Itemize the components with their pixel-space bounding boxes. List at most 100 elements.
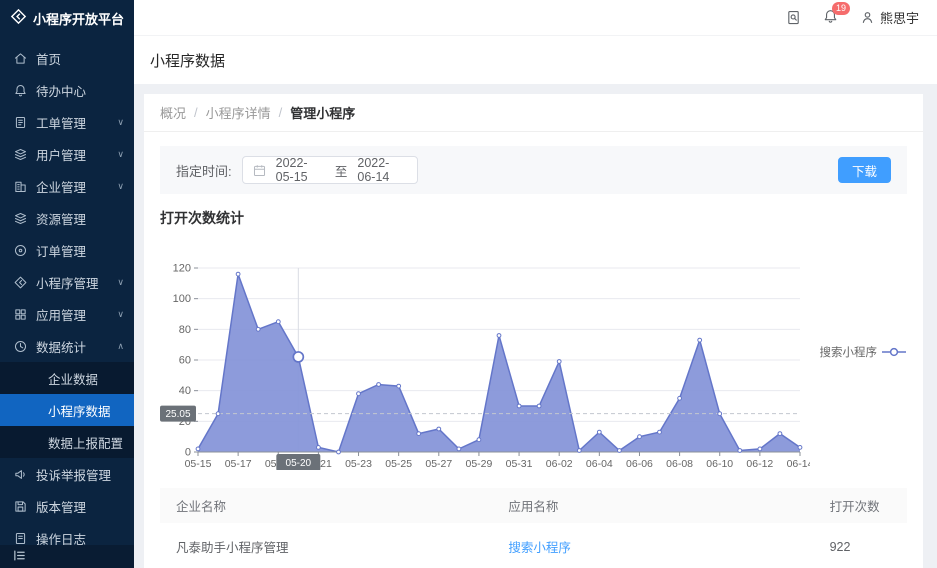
sidebar-collapse-bar[interactable] — [0, 545, 134, 568]
apps-icon — [14, 308, 28, 321]
chevron-down-icon: ∨ — [117, 309, 124, 320]
sidebar-item-6[interactable]: 订单管理 — [0, 234, 134, 266]
svg-text:06-10: 06-10 — [706, 458, 733, 470]
breadcrumb-separator: / — [194, 105, 198, 120]
enterprise-icon — [14, 180, 28, 193]
svg-text:05-25: 05-25 — [385, 458, 412, 470]
breadcrumb: 概况/小程序详情/管理小程序 — [144, 94, 923, 132]
sidebar-item-8[interactable]: 应用管理 ∨ — [0, 298, 134, 330]
table-column-header: 应用名称 — [492, 488, 813, 523]
username: 熊思宇 — [880, 8, 919, 27]
sidebar-item-7[interactable]: 小程序管理 ∨ — [0, 266, 134, 298]
download-button[interactable]: 下载 — [838, 157, 891, 183]
svg-text:0: 0 — [185, 447, 191, 459]
sidebar-item-0[interactable]: 首页 — [0, 42, 134, 74]
svg-text:40: 40 — [179, 385, 191, 397]
sidebar-submenu: 企业数据小程序数据数据上报配置 — [0, 362, 134, 458]
svg-text:60: 60 — [179, 355, 191, 367]
svg-text:06-06: 06-06 — [626, 458, 653, 470]
open-count-chart[interactable]: 02040608010012005-1505-1705-1905-2105-23… — [160, 252, 810, 470]
sidebar-item-label: 小程序管理 — [36, 273, 99, 292]
sidebar-subitem-小程序数据[interactable]: 小程序数据 — [0, 394, 134, 426]
date-separator: 至 — [335, 161, 348, 180]
sidebar-item-3[interactable]: 用户管理 ∨ — [0, 138, 134, 170]
sidebar-item-label: 投诉举报管理 — [36, 465, 111, 484]
svg-text:05-17: 05-17 — [225, 458, 252, 470]
collapse-icon — [13, 549, 26, 565]
sidebar-item-label: 首页 — [36, 49, 61, 68]
stats-table: 企业名称应用名称打开次数 凡泰助手小程序管理搜索小程序922 — [160, 488, 907, 568]
sidebar-item-5[interactable]: 资源管理 — [0, 202, 134, 234]
sidebar-menu: 首页待办中心工单管理 ∨ 用户管理 ∨ 企业管理∨资源管理订单管理小程序管理 ∨ 应用管理 ∨… — [0, 42, 134, 554]
chevron-down-icon: ∨ — [117, 149, 124, 160]
user-icon — [860, 10, 875, 25]
resources-icon — [14, 212, 28, 225]
chevron-down-icon: ∨ — [117, 117, 124, 128]
logo-icon — [10, 8, 27, 28]
svg-text:05-23: 05-23 — [345, 458, 372, 470]
sidebar-item-label: 应用管理 — [36, 305, 86, 324]
home-icon — [14, 52, 28, 65]
version-icon — [14, 500, 28, 513]
notification-badge: 19 — [832, 2, 850, 15]
sidebar-subitem-label: 企业数据 — [48, 369, 98, 388]
svg-text:05-20: 05-20 — [286, 458, 312, 469]
sidebar-subitem-label: 数据上报配置 — [48, 433, 123, 452]
chart-title: 打开次数统计 — [160, 208, 907, 228]
svg-text:06-08: 06-08 — [666, 458, 693, 470]
file-search-icon[interactable] — [786, 10, 801, 25]
chevron-down-icon: ∨ — [117, 277, 124, 288]
sidebar-item-1[interactable]: 待办中心 — [0, 74, 134, 106]
chart-legend[interactable]: 搜索小程序 — [820, 344, 908, 360]
sidebar-subitem-label: 小程序数据 — [48, 401, 111, 420]
sidebar-item-11[interactable]: 版本管理 — [0, 490, 134, 522]
sidebar-subitem-企业数据[interactable]: 企业数据 — [0, 362, 134, 394]
sidebar-item-label: 待办中心 — [36, 81, 86, 100]
filter-panel: 指定时间: 2022-05-15 至 2022-06-14 下载 — [160, 146, 907, 194]
table-cell: 922 — [814, 523, 907, 568]
logo-text: 小程序开放平台 — [33, 9, 124, 28]
sidebar-subitem-数据上报配置[interactable]: 数据上报配置 — [0, 426, 134, 458]
sidebar-item-label: 订单管理 — [36, 241, 86, 260]
page-title: 小程序数据 — [134, 36, 937, 84]
svg-text:06-04: 06-04 — [586, 458, 613, 470]
sidebar: 小程序开放平台 首页待办中心工单管理 ∨ 用户管理 ∨ 企业管理∨资源管理订单管理小程序… — [0, 0, 134, 568]
y-axis-pointer-badge: 25.05 — [160, 406, 196, 422]
log-icon — [14, 532, 28, 545]
svg-text:05-31: 05-31 — [506, 458, 533, 470]
table-cell: 搜索小程序 — [492, 523, 813, 568]
top-header: 19 熊思宇 — [134, 0, 937, 36]
x-axis-pointer-badge: 05-20 — [276, 454, 320, 470]
notification-bell[interactable]: 19 — [823, 9, 838, 27]
chart-container: 02040608010012005-1505-1705-1905-2105-23… — [160, 252, 907, 470]
app-logo[interactable]: 小程序开放平台 — [0, 0, 134, 36]
app-root: 小程序开放平台 首页待办中心工单管理∨用户管理∨企业管理∨资源管理订单管理小程序… — [0, 0, 937, 568]
table-column-header: 企业名称 — [160, 488, 492, 523]
sidebar-item-label: 用户管理 — [36, 145, 86, 164]
todo-bell-icon — [14, 84, 28, 97]
svg-text:05-29: 05-29 — [466, 458, 493, 470]
sidebar-item-label: 数据统计 — [36, 337, 86, 356]
legend-label: 搜索小程序 — [820, 344, 878, 360]
start-date: 2022-05-15 — [276, 156, 325, 184]
date-filter-label: 指定时间: — [176, 161, 232, 180]
legend-marker-icon — [881, 347, 907, 357]
orders-icon — [14, 244, 28, 257]
sidebar-item-2[interactable]: 工单管理 ∨ — [0, 106, 134, 138]
breadcrumb-item-1[interactable]: 小程序详情 — [206, 103, 271, 122]
sidebar-item-label: 版本管理 — [36, 497, 86, 516]
user-menu[interactable]: 熊思宇 — [860, 8, 919, 27]
stats-icon — [14, 340, 28, 353]
main-area: 19 熊思宇 小程序数据 概况/小程序详情/管理小程序 指定时间: 2022-0… — [134, 0, 937, 568]
breadcrumb-item-0[interactable]: 概况 — [160, 103, 186, 122]
sidebar-item-4[interactable]: 企业管理∨ — [0, 170, 134, 202]
sidebar-item-10[interactable]: 投诉举报管理 — [0, 458, 134, 490]
sidebar-item-9[interactable]: 数据统计 ∧ — [0, 330, 134, 362]
table-header-row: 企业名称应用名称打开次数 — [160, 488, 907, 523]
svg-text:25.05: 25.05 — [165, 409, 190, 420]
app-name-link[interactable]: 搜索小程序 — [508, 541, 571, 555]
chevron-up-icon: ∧ — [117, 341, 124, 352]
svg-text:05-27: 05-27 — [425, 458, 452, 470]
sidebar-item-label: 工单管理 — [36, 113, 86, 132]
date-range-picker[interactable]: 2022-05-15 至 2022-06-14 — [242, 156, 418, 184]
